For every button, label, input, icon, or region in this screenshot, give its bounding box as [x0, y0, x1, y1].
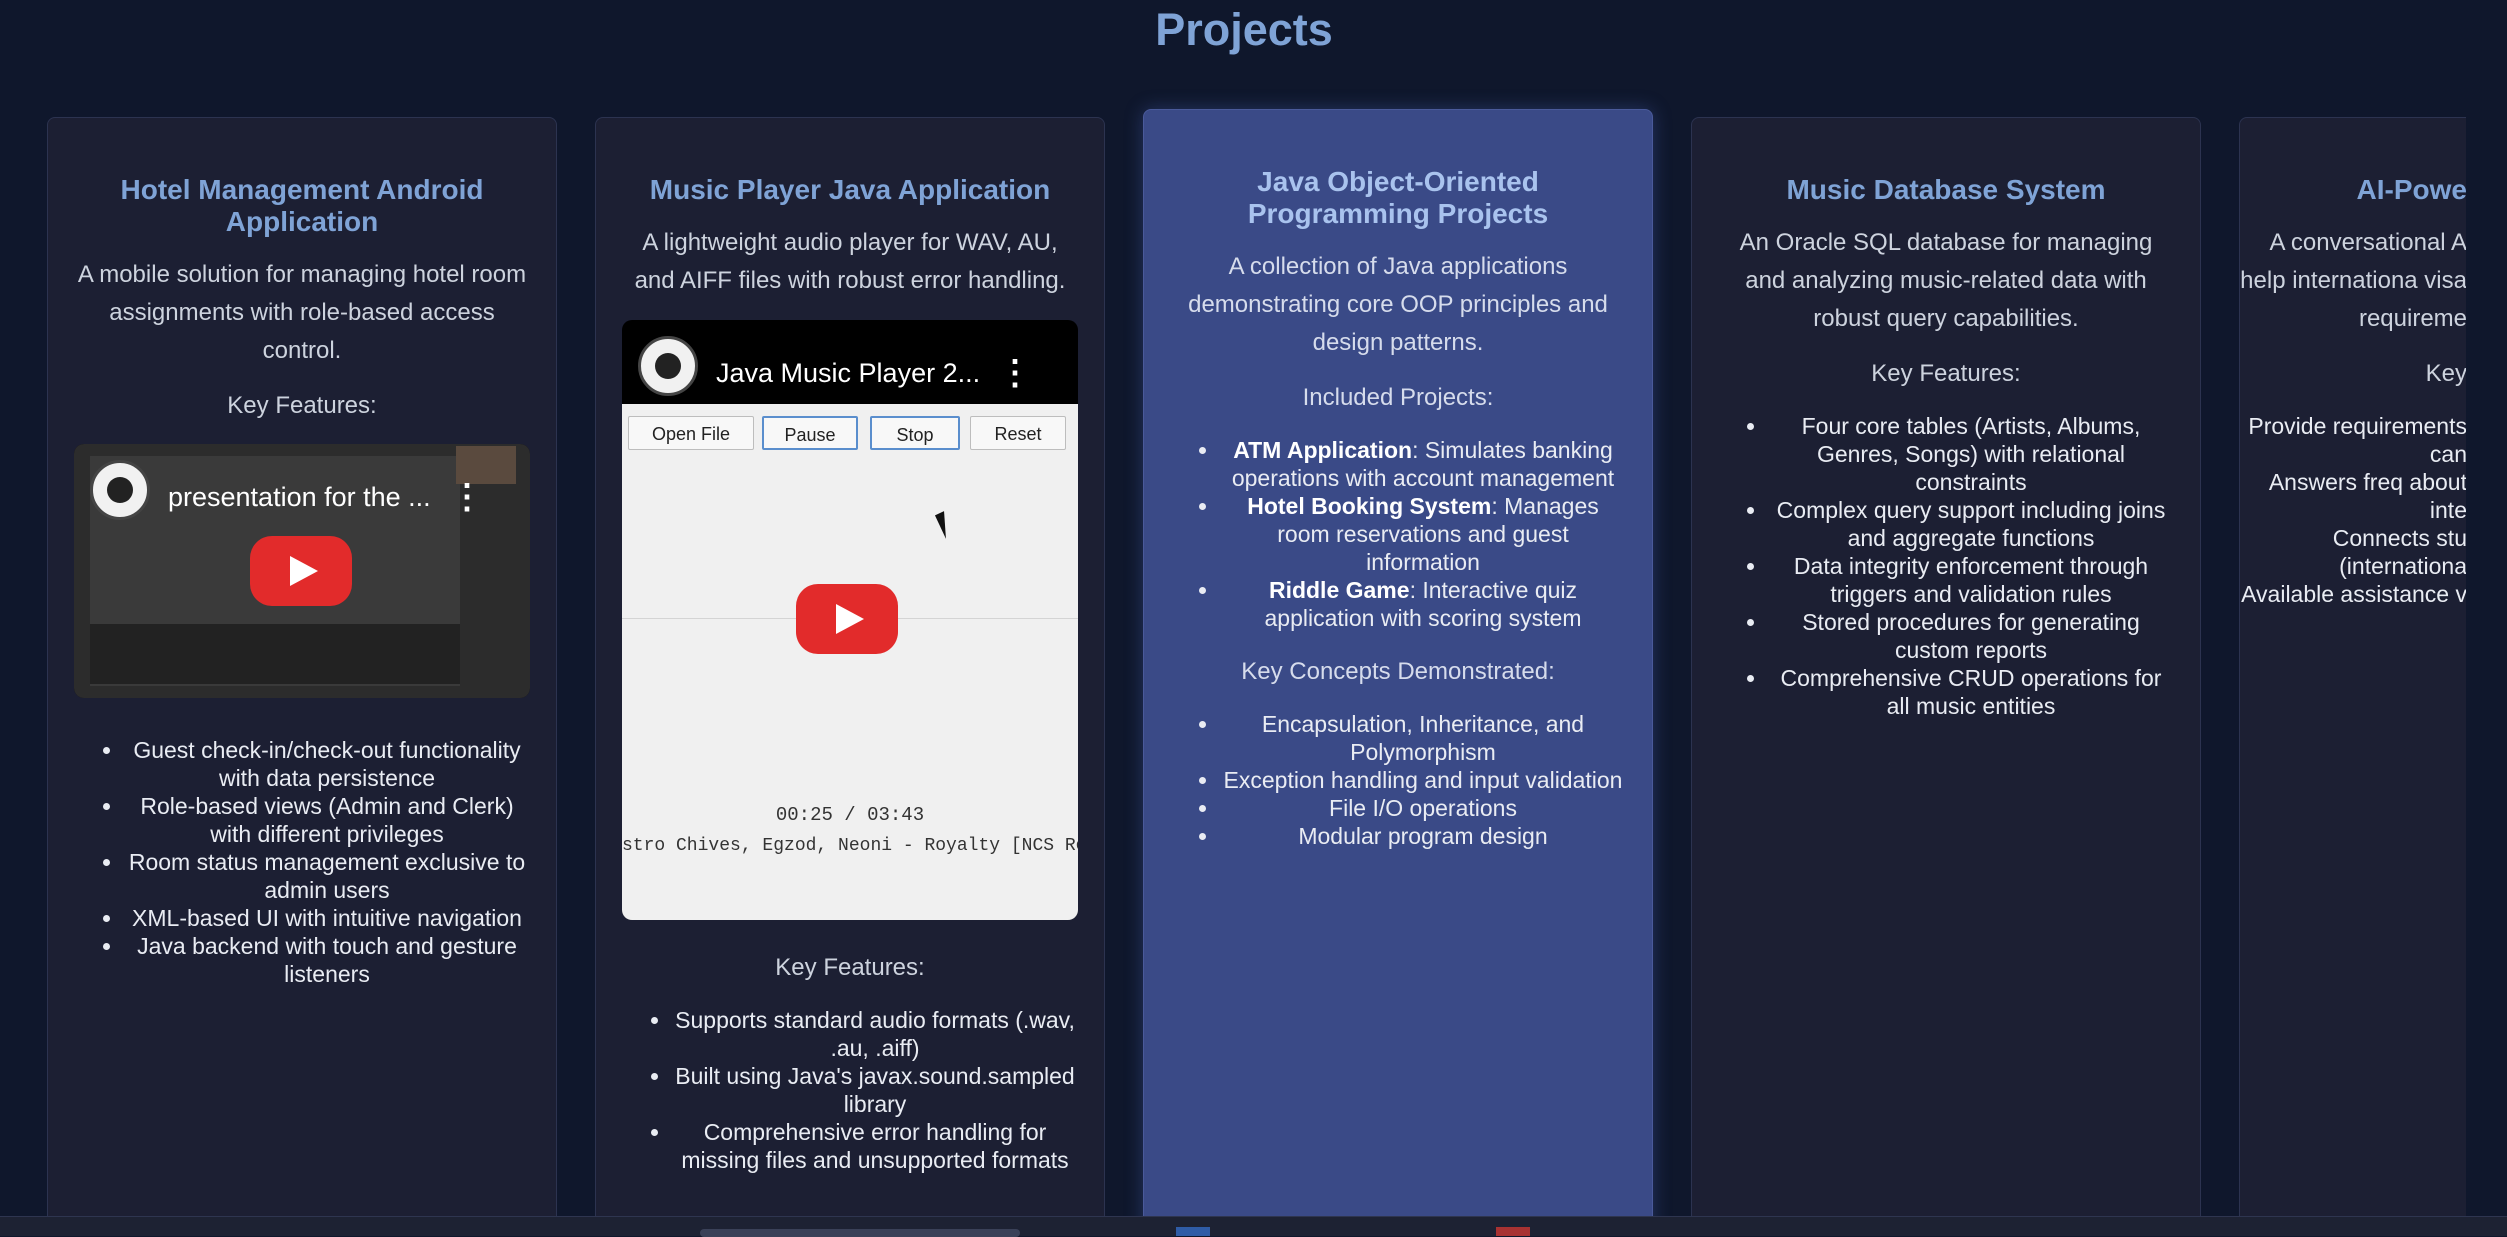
project-name: Hotel Booking System: [1247, 493, 1492, 519]
more-options-icon[interactable]: ⋮: [998, 356, 1032, 390]
list-item: ATM Application: Simulates banking opera…: [1220, 436, 1626, 492]
list-item: Room status management exclusive to admi…: [124, 848, 530, 904]
list-item: Complex query support including joins an…: [1768, 496, 2174, 552]
video-embed[interactable]: Java Music Player 2... ⋮ Open File Pause…: [622, 320, 1078, 920]
section-label: Key Features:: [775, 954, 925, 981]
list-item: Modular program design: [1220, 822, 1626, 850]
taskbar: [0, 1216, 2507, 1237]
list-item: Role-based views (Admin and Clerk) with …: [124, 792, 530, 848]
card-title: AI-Powe: [2356, 174, 2466, 205]
section-label: Key Features:: [227, 392, 377, 419]
section-label: Key Concepts Demonstrated:: [1241, 658, 1555, 685]
channel-logo-icon: [90, 460, 150, 520]
list-item: Hotel Booking System: Manages room reser…: [1220, 492, 1626, 576]
projects-viewport: Projects Hotel Management Android Applic…: [0, 0, 2466, 1216]
project-card-music-database[interactable]: Music Database System An Oracle SQL data…: [1691, 117, 2201, 1216]
reset-button: Reset: [970, 416, 1066, 450]
player-app-window: Open File Pause Stop Reset 00:25 / 03:43…: [622, 404, 1078, 920]
project-name: ATM Application: [1233, 437, 1413, 463]
section-label: Key Features:: [1871, 360, 2021, 387]
list-item: Java backend with touch and gesture list…: [124, 932, 530, 988]
list-item: Provide requirements can: [2240, 412, 2466, 468]
video-embed[interactable]: presentation for the ... ⋮: [74, 444, 530, 698]
list-item: Comprehensive error handling for missing…: [672, 1118, 1078, 1174]
list-item: Supports standard audio formats (.wav, .…: [672, 1006, 1078, 1062]
page-title: Projects: [1155, 4, 1333, 55]
card-title: Hotel Management Android Application: [120, 174, 484, 237]
list-item: XML-based UI with intuitive navigation: [124, 904, 530, 932]
list-item: Data integrity enforcement through trigg…: [1768, 552, 2174, 608]
list-item: Guest check-in/check-out functionality w…: [124, 736, 530, 792]
project-list: ATM Application: Simulates banking opera…: [1170, 436, 1626, 632]
card-title: Java Object-Oriented Programming Project…: [1247, 166, 1549, 229]
feature-list: Provide requirements can Answers freq ab…: [2240, 412, 2466, 608]
card-description: A collection of Java applications demons…: [1188, 253, 1608, 356]
video-title[interactable]: Java Music Player 2...: [716, 358, 980, 389]
list-item: Connects stu (internationa: [2240, 524, 2466, 580]
list-item: Encapsulation, Inheritance, and Polymorp…: [1220, 710, 1626, 766]
list-item: Answers freq about inte: [2240, 468, 2466, 524]
list-item: File I/O operations: [1220, 794, 1626, 822]
video-title[interactable]: presentation for the ...: [168, 482, 431, 513]
project-card-java-oop[interactable]: Java Object-Oriented Programming Project…: [1143, 109, 1653, 1216]
stop-button: Stop: [870, 416, 960, 450]
section-label: Included Projects:: [1302, 384, 1494, 411]
open-file-button: Open File: [628, 416, 754, 450]
list-item: Four core tables (Artists, Albums, Genre…: [1768, 412, 2174, 496]
project-card-hotel[interactable]: Hotel Management Android Application A m…: [47, 117, 557, 1216]
playback-time: 00:25 / 03:43: [775, 804, 925, 826]
feature-list: Supports standard audio formats (.wav, .…: [622, 1006, 1078, 1174]
section-label: Key: [2425, 360, 2466, 387]
channel-logo-icon: [638, 336, 698, 396]
card-description: A conversational A help internationa vis…: [2240, 229, 2466, 332]
taskbar-search[interactable]: [700, 1229, 1020, 1237]
list-item: Available assistance v: [2240, 580, 2466, 608]
list-item: Built using Java's javax.sound.sampled l…: [672, 1062, 1078, 1118]
concept-list: Encapsulation, Inheritance, and Polymorp…: [1170, 710, 1626, 850]
play-button-icon[interactable]: [250, 536, 352, 606]
feature-list: Guest check-in/check-out functionality w…: [74, 736, 530, 988]
card-description: A lightweight audio player for WAV, AU, …: [634, 229, 1066, 294]
card-description: An Oracle SQL database for managing and …: [1739, 229, 2153, 332]
feature-list: Four core tables (Artists, Albums, Genre…: [1718, 412, 2174, 720]
mouse-cursor-icon: [934, 511, 956, 539]
track-name: stro Chives, Egzod, Neoni - Royalty [NCS…: [622, 836, 1078, 856]
card-title: Music Player Java Application: [649, 174, 1051, 205]
list-item: Stored procedures for generating custom …: [1768, 608, 2174, 664]
pause-button: Pause: [762, 416, 858, 450]
play-button-icon[interactable]: [796, 584, 898, 654]
more-options-icon[interactable]: ⋮: [450, 480, 484, 514]
list-item: Riddle Game: Interactive quiz applicatio…: [1220, 576, 1626, 632]
card-title: Music Database System: [1786, 174, 2106, 205]
list-item: Comprehensive CRUD operations for all mu…: [1768, 664, 2174, 720]
card-description: A mobile solution for managing hotel roo…: [77, 261, 527, 364]
project-card-ai-chatbot[interactable]: AI-Powe A conversational A help internat…: [2239, 117, 2466, 1216]
project-name: Riddle Game: [1268, 577, 1410, 603]
list-item: Exception handling and input validation: [1220, 766, 1626, 794]
project-card-music-player[interactable]: Music Player Java Application A lightwei…: [595, 117, 1105, 1216]
